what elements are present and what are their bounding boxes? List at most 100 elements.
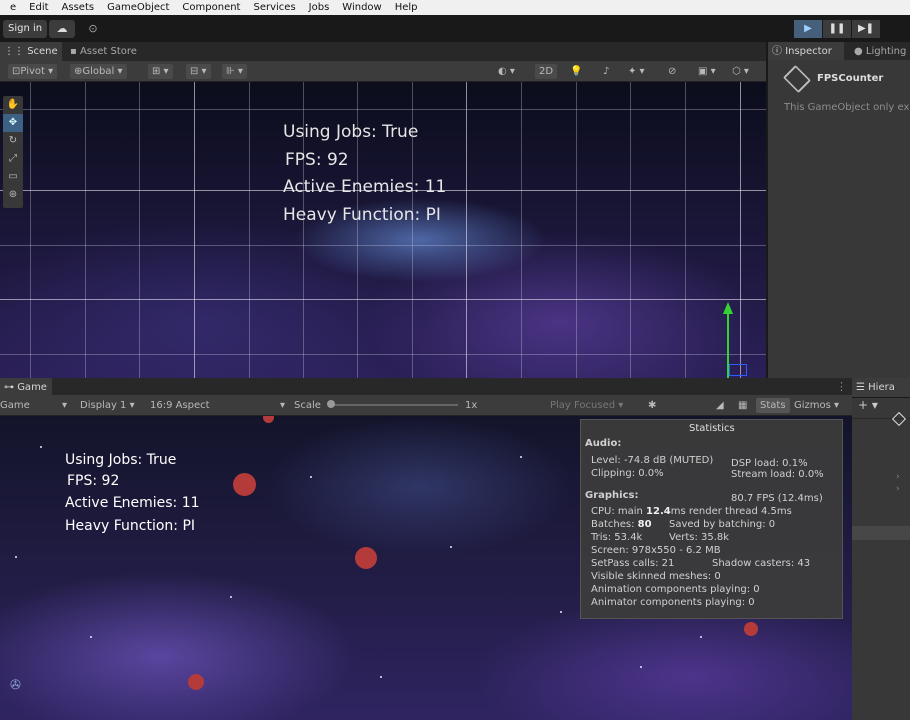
inspector-panel: FPSCounter This GameObject only ex xyxy=(768,60,910,378)
expand-arrow-icon[interactable]: › xyxy=(896,472,900,482)
cloud-icon[interactable]: ☁ xyxy=(49,20,75,38)
collab-icon[interactable]: ⊙ xyxy=(84,21,102,37)
menu-services[interactable]: Services xyxy=(253,0,295,15)
bug-icon[interactable]: ✱ xyxy=(648,398,656,413)
rotate-tool-icon[interactable]: ↻ xyxy=(3,132,23,150)
tab-inspector[interactable]: ⓘ Inspector xyxy=(768,42,844,61)
hierarchy-tab-bar: ☰ Hiera xyxy=(852,378,910,397)
play-icon[interactable]: ▶ xyxy=(794,20,822,38)
lighting-toggle-icon[interactable]: 💡 xyxy=(570,64,582,79)
star xyxy=(560,611,562,613)
star xyxy=(380,676,382,678)
expand-arrow-icon[interactable]: › xyxy=(896,484,900,494)
grid-snap-icon[interactable]: ⊞ ▾ xyxy=(148,64,173,79)
move-tool-icon[interactable]: ✥ xyxy=(3,114,23,132)
more-options-icon[interactable]: ⋮ xyxy=(836,380,847,393)
stats-cpu-prefix: CPU: main xyxy=(591,506,647,517)
pause-icon[interactable]: ❚❚ xyxy=(823,20,851,38)
menu-assets[interactable]: Assets xyxy=(62,0,95,15)
game-mode-dropdown[interactable]: Game xyxy=(0,398,30,413)
aspect-label: 16:9 Aspect xyxy=(150,400,210,411)
tab-hierarchy[interactable]: ☰ Hiera xyxy=(852,378,910,397)
tab-lighting[interactable]: ● Lighting xyxy=(850,42,910,61)
grid-line xyxy=(194,82,195,378)
scale-slider-handle[interactable] xyxy=(327,400,335,408)
increment-snap-icon[interactable]: ⊪ ▾ xyxy=(222,64,247,79)
stats-batches: Batches: 80 xyxy=(591,519,652,530)
shading-icon[interactable]: ◐ ▾ xyxy=(498,64,515,79)
scene-tab-bar: ⋮⋮ Scene ▪ Asset Store xyxy=(0,42,766,61)
camera-icon[interactable]: ▣ ▾ xyxy=(698,64,716,79)
game-heavy-text: Heavy Function: PI xyxy=(65,518,196,534)
x-axis-handle[interactable] xyxy=(729,364,747,376)
menu-edit[interactable]: Edit xyxy=(29,0,48,15)
gizmo-icon[interactable]: ⬡ ▾ xyxy=(732,64,749,79)
star xyxy=(700,636,702,638)
grid-line xyxy=(576,82,577,378)
aspect-chevron-icon[interactable]: ▾ xyxy=(280,398,285,413)
add-icon[interactable]: + ▾ xyxy=(858,398,878,412)
display-dropdown[interactable]: Display 1 ▾ xyxy=(80,398,135,413)
menu-bar: e Edit Assets GameObject Component Servi… xyxy=(0,0,910,15)
visibility-icon[interactable]: ⊘ xyxy=(668,64,676,79)
menu-gameobject[interactable]: GameObject xyxy=(107,0,169,15)
transform-tool-icon[interactable]: ⊛ xyxy=(3,186,23,204)
grid-line xyxy=(139,82,140,378)
scene-viewport[interactable]: Using Jobs: True FPS: 92 Active Enemies:… xyxy=(0,82,766,378)
stats-animator: Animator components playing: 0 xyxy=(591,597,755,608)
tab-asset-store-label: Asset Store xyxy=(79,46,137,57)
sign-in-button[interactable]: Sign in xyxy=(3,20,48,38)
stats-title: Statistics xyxy=(689,423,735,434)
hand-tool-icon[interactable]: ✋ xyxy=(3,96,23,114)
stats-cpu: CPU: main 12.4ms render thread 4.5ms xyxy=(591,506,792,517)
toggle-2d-button[interactable]: 2D xyxy=(535,64,558,79)
scale-label: Scale xyxy=(294,400,321,411)
menu-file[interactable]: e xyxy=(10,0,16,15)
hierarchy-row-selected[interactable] xyxy=(852,526,910,540)
menu-help[interactable]: Help xyxy=(395,0,418,15)
gizmos-label: Gizmos xyxy=(794,400,831,411)
scale-slider[interactable] xyxy=(328,404,458,406)
pivot-label: Pivot xyxy=(20,66,45,77)
rect-tool-icon[interactable]: ▭ xyxy=(3,168,23,186)
scale-tool-icon[interactable]: ⤢ xyxy=(3,150,23,168)
step-icon[interactable]: ▶❚ xyxy=(852,20,880,38)
audio-toggle-icon[interactable]: ♪ xyxy=(603,64,609,79)
enemy-sprite xyxy=(233,473,256,496)
stats-grid-icon[interactable]: ▦ xyxy=(738,398,747,413)
effects-icon[interactable]: ✦ ▾ xyxy=(628,64,645,79)
game-mode-label: Game xyxy=(0,400,30,411)
list-icon: ☰ xyxy=(856,382,869,393)
global-dropdown[interactable]: ⊕Global ▾ xyxy=(70,64,127,79)
play-controls: ▶ ❚❚ ▶❚ xyxy=(794,20,880,38)
stats-setpass: SetPass calls: 21 xyxy=(591,558,675,569)
tab-scene[interactable]: ⋮⋮ Scene xyxy=(0,42,62,61)
aspect-dropdown[interactable]: 16:9 Aspect xyxy=(150,398,210,413)
menu-component[interactable]: Component xyxy=(182,0,240,15)
stats-cpu-main: 12.4 xyxy=(646,506,671,517)
stats-tris: Tris: 53.4k xyxy=(591,532,643,543)
gizmos-dropdown[interactable]: Gizmos ▾ xyxy=(794,398,839,413)
tab-asset-store[interactable]: ▪ Asset Store xyxy=(66,42,156,61)
play-focused-dropdown[interactable]: Play Focused ▾ xyxy=(550,398,623,413)
grid-line xyxy=(85,82,86,378)
enemy-sprite xyxy=(188,674,204,690)
grid-line xyxy=(521,82,522,378)
menu-window[interactable]: Window xyxy=(342,0,381,15)
stats-verts: Verts: 35.8k xyxy=(669,532,730,543)
stats-graphics-header: Graphics: xyxy=(585,490,639,501)
menu-jobs[interactable]: Jobs xyxy=(309,0,330,15)
game-mode-chevron-icon[interactable]: ▾ xyxy=(62,398,67,413)
gamepad-icon: ⊶ xyxy=(4,382,18,393)
y-axis-arrow-icon[interactable] xyxy=(723,302,733,314)
stats-cpu-suffix: ms render thread 4.5ms xyxy=(670,506,792,517)
stats-screen: Screen: 978x550 - 6.2 MB xyxy=(591,545,721,556)
snap-icon[interactable]: ⊟ ▾ xyxy=(186,64,211,79)
scene-unity-icon xyxy=(891,411,907,427)
pivot-dropdown[interactable]: ⊡Pivot ▾ xyxy=(8,64,58,79)
stats-button[interactable]: Stats xyxy=(756,398,790,413)
main-toolbar: Sign in ☁ ⊙ ▶ ❚❚ ▶❚ xyxy=(0,15,910,42)
star xyxy=(640,666,642,668)
audio-mute-icon[interactable]: ◢ xyxy=(716,398,724,413)
scene-jobs-text: Using Jobs: True xyxy=(283,122,419,142)
